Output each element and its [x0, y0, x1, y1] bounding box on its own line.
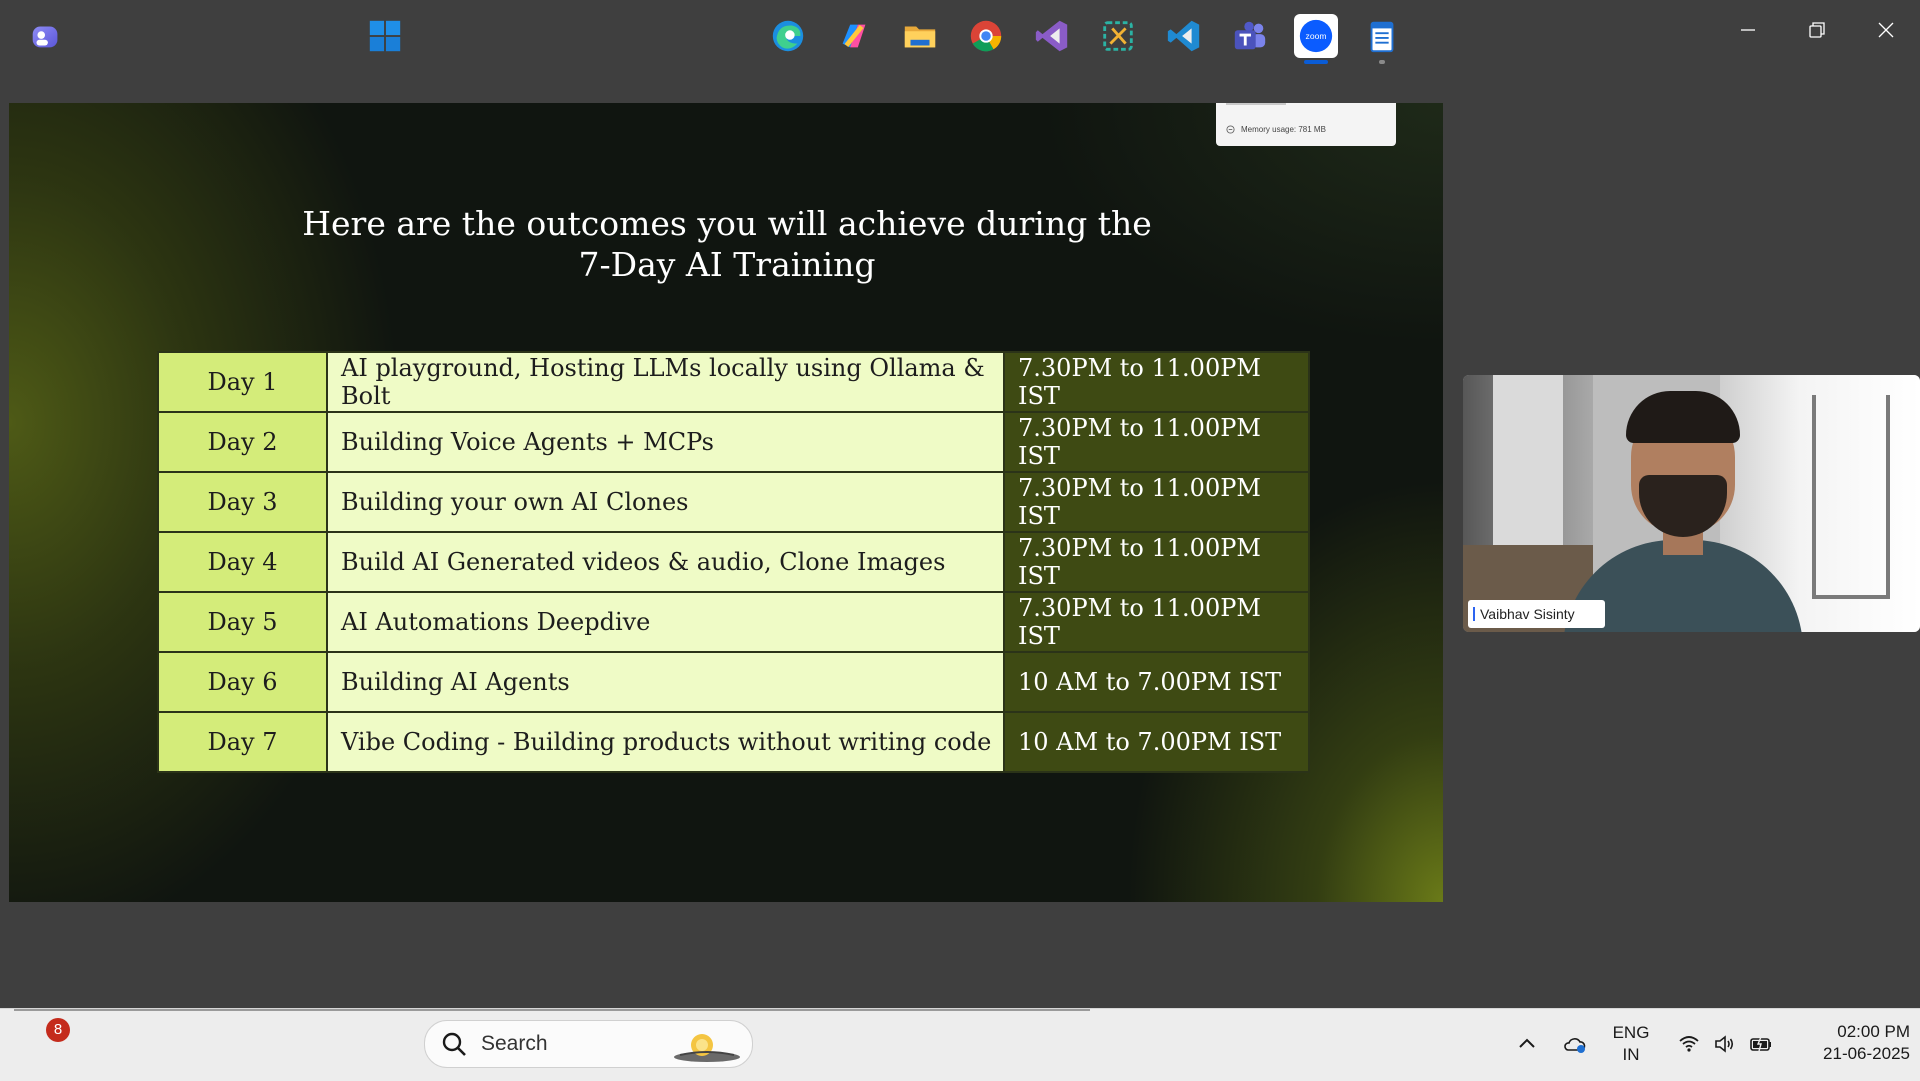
windows-start-icon: [369, 20, 401, 52]
volume-tray-button[interactable]: [1711, 1030, 1739, 1058]
topic-cell: AI Automations Deepdive: [326, 591, 1005, 653]
time-cell: 7.30PM to 11.00PM IST: [1003, 351, 1310, 413]
clock-date: 21-06-2025: [1823, 1044, 1910, 1063]
table-row: Day 6 Building AI Agents 10 AM to 7.00PM…: [157, 651, 1310, 713]
memory-usage-popup: Memory usage: 781 MB: [1216, 103, 1396, 146]
table-row: Day 1 AI playground, Hosting LLMs locall…: [157, 351, 1310, 413]
notification-badge: 8: [46, 1018, 70, 1042]
teams-chat-button[interactable]: [24, 14, 68, 58]
visual-studio-button[interactable]: [1030, 14, 1074, 58]
day-cell: Day 7: [157, 711, 328, 773]
file-explorer-button[interactable]: [898, 14, 942, 58]
table-row: Day 3 Building your own AI Clones 7.30PM…: [157, 471, 1310, 533]
search-highlight-icon: [674, 1034, 740, 1062]
time-cell: 7.30PM to 11.00PM IST: [1003, 591, 1310, 653]
day-cell: Day 3: [157, 471, 328, 533]
topic-cell: Vibe Coding - Building products without …: [326, 711, 1005, 773]
clock-time: 02:00 PM: [1837, 1022, 1910, 1041]
minimize-icon: [1740, 29, 1755, 31]
memory-icon: [1226, 125, 1235, 134]
participant-name-tag: Vaibhav Sisinty: [1468, 600, 1605, 628]
battery-charging-icon: [1750, 1036, 1771, 1052]
speaker-icon: [1715, 1035, 1734, 1053]
edge-icon: [772, 20, 804, 52]
notepad-button[interactable]: [1360, 14, 1404, 64]
vscode-icon: [1167, 20, 1200, 52]
window-controls: [1713, 10, 1920, 50]
taskbar-search[interactable]: Search: [424, 1020, 753, 1068]
zoom-icon: zoom: [1299, 19, 1333, 53]
close-icon: [1878, 22, 1893, 38]
chevron-up-icon: [1519, 1038, 1535, 1048]
vscode-button[interactable]: [1162, 14, 1206, 58]
battery-tray-button[interactable]: [1747, 1030, 1775, 1058]
time-cell: 7.30PM to 11.00PM IST: [1003, 411, 1310, 473]
table-row: Day 7 Vibe Coding - Building products wi…: [157, 711, 1310, 773]
minimize-button[interactable]: [1713, 10, 1782, 50]
wifi-icon: [1679, 1036, 1699, 1052]
day-cell: Day 1: [157, 351, 328, 413]
svg-text:zoom: zoom: [1306, 31, 1327, 41]
slide-title: Here are the outcomes you will achieve d…: [302, 204, 1152, 284]
copilot-button[interactable]: [832, 14, 876, 58]
edge-button[interactable]: [766, 14, 810, 58]
teams-button[interactable]: [1228, 14, 1272, 58]
wifi-tray-button[interactable]: [1675, 1030, 1703, 1058]
search-placeholder: Search: [481, 1032, 548, 1055]
topic-cell: AI playground, Hosting LLMs locally usin…: [326, 351, 1005, 413]
time-cell: 7.30PM to 11.00PM IST: [1003, 471, 1310, 533]
snipping-tool-button[interactable]: [1096, 14, 1140, 58]
topic-cell: Building Voice Agents + MCPs: [326, 411, 1005, 473]
restore-button[interactable]: [1782, 10, 1851, 50]
time-cell: 7.30PM to 11.00PM IST: [1003, 531, 1310, 593]
restore-icon: [1808, 22, 1825, 38]
file-explorer-icon: [904, 26, 936, 48]
onedrive-tray-button[interactable]: [1561, 1030, 1589, 1058]
table-row: Day 5 AI Automations Deepdive 7.30PM to …: [157, 591, 1310, 653]
teams-icon: [1234, 21, 1266, 50]
show-hidden-icons-button[interactable]: [1513, 1030, 1541, 1058]
teams-chat-icon: [32, 26, 58, 48]
snipping-tool-icon: [1103, 21, 1133, 51]
chrome-icon: [970, 20, 1002, 52]
time-cell: 10 AM to 7.00PM IST: [1003, 711, 1310, 773]
close-button[interactable]: [1851, 10, 1920, 50]
table-row: Day 4 Build AI Generated videos & audio,…: [157, 531, 1310, 593]
search-icon: [442, 1032, 466, 1056]
topic-cell: Build AI Generated videos & audio, Clone…: [326, 531, 1005, 593]
time-cell: 10 AM to 7.00PM IST: [1003, 651, 1310, 713]
memory-usage-text: Memory usage: 781 MB: [1241, 125, 1326, 134]
zoom-button[interactable]: zoom: [1294, 14, 1338, 64]
topic-cell: Building AI Agents: [326, 651, 1005, 713]
notepad-icon: [1370, 21, 1394, 53]
language-indicator[interactable]: ENG IN: [1603, 1022, 1659, 1066]
training-schedule-table: Day 1 AI playground, Hosting LLMs locall…: [157, 351, 1310, 773]
table-row: Day 2 Building Voice Agents + MCPs 7.30P…: [157, 411, 1310, 473]
day-cell: Day 5: [157, 591, 328, 653]
chrome-button[interactable]: [964, 14, 1008, 58]
visual-studio-icon: [1035, 20, 1068, 52]
day-cell: Day 4: [157, 531, 328, 593]
system-clock[interactable]: 02:00 PM 21-06-2025: [1790, 1021, 1910, 1065]
day-cell: Day 6: [157, 651, 328, 713]
shared-screen-slide: Memory usage: 781 MB Here are the outcom…: [9, 103, 1443, 902]
topic-cell: Building your own AI Clones: [326, 471, 1005, 533]
participant-video-tile[interactable]: Vaibhav Sisinty: [1463, 375, 1920, 632]
start-button[interactable]: [363, 14, 407, 58]
onedrive-icon: [1564, 1038, 1586, 1053]
copilot-icon: [842, 24, 866, 48]
day-cell: Day 2: [157, 411, 328, 473]
